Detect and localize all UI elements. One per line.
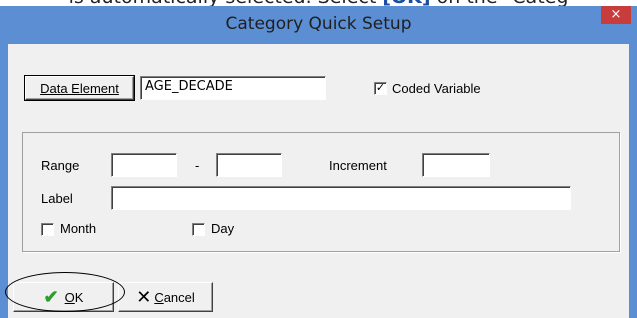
dialog-body: Data Element AGE_DECADE ✓ Coded Variable… [8, 44, 629, 318]
data-element-field[interactable]: AGE_DECADE [140, 76, 326, 100]
button-row: ✔ O K ✕ Cancel [8, 277, 629, 318]
close-button[interactable]: × [601, 6, 631, 24]
day-checkbox[interactable] [192, 223, 205, 236]
month-checkbox[interactable] [41, 223, 54, 236]
range-to-field[interactable] [216, 153, 282, 177]
increment-field[interactable] [422, 153, 490, 177]
data-element-label: ata Element [49, 80, 119, 96]
cancel-mnemonic: C [154, 289, 164, 305]
checkmark-icon: ✓ [375, 82, 386, 94]
coded-variable-label: Coded Variable [392, 81, 481, 96]
range-separator: - [195, 158, 200, 173]
ok-label: K [74, 289, 84, 305]
increment-label: Increment [329, 158, 387, 173]
dialog-title: Category Quick Setup [225, 14, 412, 34]
data-element-mnemonic: D [40, 80, 50, 96]
cancel-label: ancel [163, 289, 195, 305]
title-bar[interactable]: Category Quick Setup × [0, 6, 637, 44]
range-label: Range [41, 158, 80, 173]
coded-variable-checkbox[interactable]: ✓ [374, 82, 387, 95]
x-icon: ✕ [136, 286, 152, 307]
category-quick-setup-dialog: Category Quick Setup × Data Element AGE_… [0, 6, 637, 318]
data-element-button[interactable]: Data Element [24, 75, 135, 101]
month-label: Month [60, 221, 97, 236]
ok-button[interactable]: ✔ O K [13, 282, 114, 312]
cancel-button[interactable]: ✕ Cancel [118, 282, 213, 312]
check-icon: ✔ [43, 286, 59, 307]
label-field[interactable] [111, 186, 571, 210]
ok-mnemonic: O [64, 289, 75, 305]
range-from-field[interactable] [111, 153, 177, 177]
close-icon: × [610, 7, 622, 22]
day-label: Day [211, 221, 235, 236]
label-label: Label [41, 191, 73, 206]
